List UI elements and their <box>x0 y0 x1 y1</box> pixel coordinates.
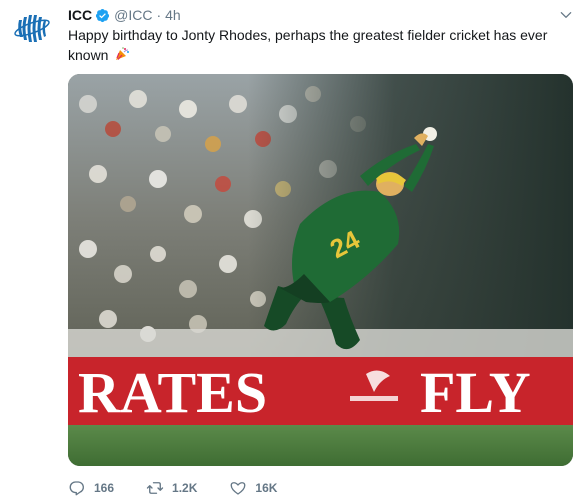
tweet-actions: 166 1.2K 16K <box>68 478 309 498</box>
banner-text-left: RATES <box>78 360 267 425</box>
verified-badge-icon <box>95 8 110 23</box>
fielder-diving-catch-photo: RATES FLY 24 <box>68 74 573 466</box>
retweet-count: 1.2K <box>172 481 198 495</box>
tweet-photo[interactable]: RATES FLY 24 <box>68 74 573 466</box>
reply-count: 166 <box>94 481 115 495</box>
retweet-icon <box>146 482 164 494</box>
author-handle[interactable]: @ICC <box>114 7 152 23</box>
reply-button[interactable]: 166 <box>68 479 114 497</box>
heart-icon <box>230 482 246 495</box>
icc-avatar[interactable] <box>12 8 52 48</box>
tweet-menu-caret[interactable] <box>557 6 575 24</box>
like-button[interactable]: 16K <box>229 479 277 497</box>
header-separator: · <box>156 7 162 23</box>
tweet-body: Happy birthday to Jonty Rhodes, perhaps … <box>68 27 548 63</box>
like-count: 16K <box>255 481 278 495</box>
tweet-header: ICC @ICC · 4h <box>68 6 181 24</box>
retweet-button[interactable]: 1.2K <box>146 479 197 497</box>
tweet-timestamp[interactable]: 4h <box>165 7 181 23</box>
reply-icon <box>69 481 84 496</box>
author-name[interactable]: ICC <box>68 7 92 23</box>
tweet-text: Happy birthday to Jonty Rhodes, perhaps … <box>68 25 568 65</box>
banner-text-right: FLY <box>420 360 531 425</box>
party-popper-icon <box>114 46 130 62</box>
tweet-card[interactable]: ICC @ICC · 4h Happy birthday to Jonty Rh… <box>0 0 587 503</box>
icc-logo-icon <box>13 9 51 47</box>
chevron-down-icon <box>560 12 572 18</box>
